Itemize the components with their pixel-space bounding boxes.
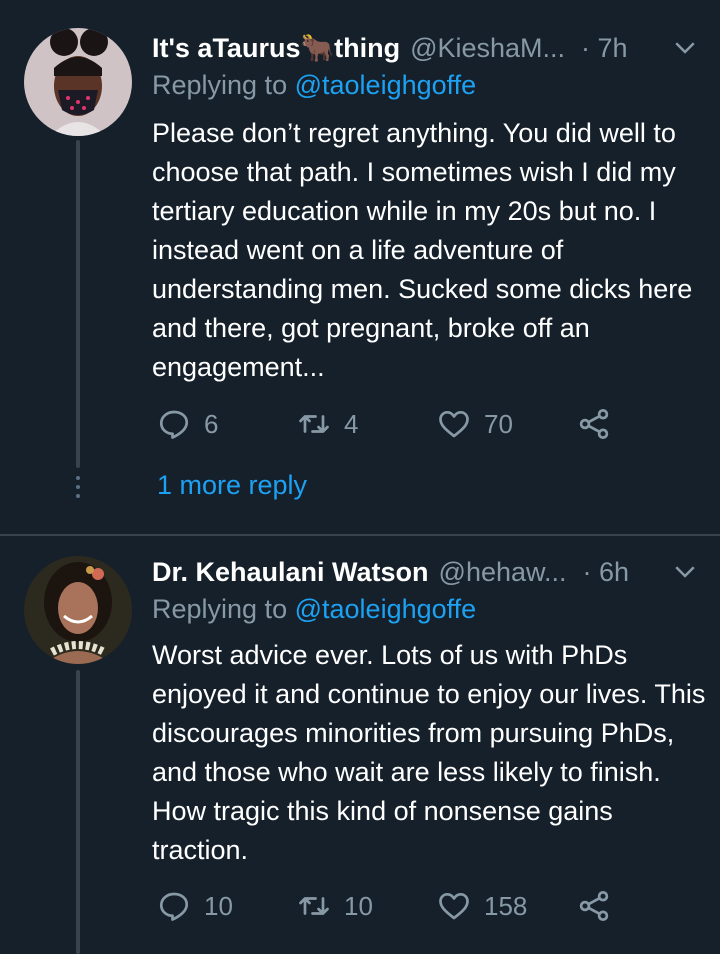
- tweet-1[interactable]: It's aTaurus🐂thing @KieshaM... · 7h Repl…: [0, 0, 720, 534]
- tweet-2[interactable]: Dr. Kehaulani Watson @hehaw... · 6h Repl…: [0, 536, 720, 954]
- tweet-text: Please don’t regret anything. You did we…: [152, 118, 693, 382]
- mention-link[interactable]: @taoleighgoffe: [295, 594, 477, 624]
- retweet-button[interactable]: 4: [296, 406, 358, 442]
- reply-icon: [159, 892, 189, 921]
- retweet-icon: [299, 897, 329, 915]
- like-count: 70: [484, 408, 513, 439]
- thread-line: [76, 140, 80, 468]
- chevron-down-icon[interactable]: [670, 32, 700, 62]
- timestamp[interactable]: · 6h: [583, 557, 630, 588]
- like-icon: [439, 892, 469, 920]
- share-icon: [579, 891, 609, 921]
- tweet-text: Worst advice ever. Lots of us with PhDs …: [152, 640, 706, 865]
- more-replies-link[interactable]: 1 more reply: [157, 470, 307, 501]
- avatar[interactable]: [24, 556, 132, 664]
- retweet-icon: [299, 415, 329, 433]
- ox-emoji: 🐂: [300, 33, 335, 63]
- share-button[interactable]: [576, 888, 612, 924]
- like-button[interactable]: 158: [436, 888, 527, 924]
- display-name[interactable]: Dr. Kehaulani Watson: [152, 557, 429, 588]
- like-icon: [439, 410, 469, 438]
- reply-button[interactable]: 10: [156, 888, 233, 924]
- retweet-count: 10: [344, 890, 373, 921]
- replying-to: Replying to @taoleighgoffe: [152, 70, 477, 100]
- display-name[interactable]: It's aTaurus🐂thing: [152, 32, 400, 64]
- tweet-header: Dr. Kehaulani Watson @hehaw... · 6h: [152, 552, 700, 592]
- reply-button[interactable]: 6: [156, 406, 218, 442]
- user-handle[interactable]: @hehaw...: [439, 557, 567, 588]
- replying-to: Replying to @taoleighgoffe: [152, 594, 477, 624]
- retweet-button[interactable]: 10: [296, 888, 373, 924]
- thread-dots: [76, 476, 80, 503]
- reply-count: 10: [204, 890, 233, 921]
- thread-line: [76, 670, 80, 954]
- tweet-actions: 10 10 158: [152, 888, 632, 928]
- avatar[interactable]: [24, 28, 132, 136]
- mention-link[interactable]: @taoleighgoffe: [295, 70, 477, 100]
- share-button[interactable]: [576, 406, 612, 442]
- tweet-actions: 6 4 70: [152, 406, 632, 446]
- share-icon: [579, 409, 609, 439]
- user-handle[interactable]: @KieshaM...: [410, 33, 565, 64]
- retweet-count: 4: [344, 408, 359, 439]
- like-button[interactable]: 70: [436, 406, 513, 442]
- reply-icon: [159, 410, 189, 439]
- tweet-header: It's aTaurus🐂thing @KieshaM... · 7h: [152, 28, 700, 68]
- like-count: 158: [484, 890, 528, 921]
- reply-count: 6: [204, 408, 219, 439]
- chevron-down-icon[interactable]: [670, 556, 700, 586]
- timestamp[interactable]: · 7h: [581, 33, 628, 64]
